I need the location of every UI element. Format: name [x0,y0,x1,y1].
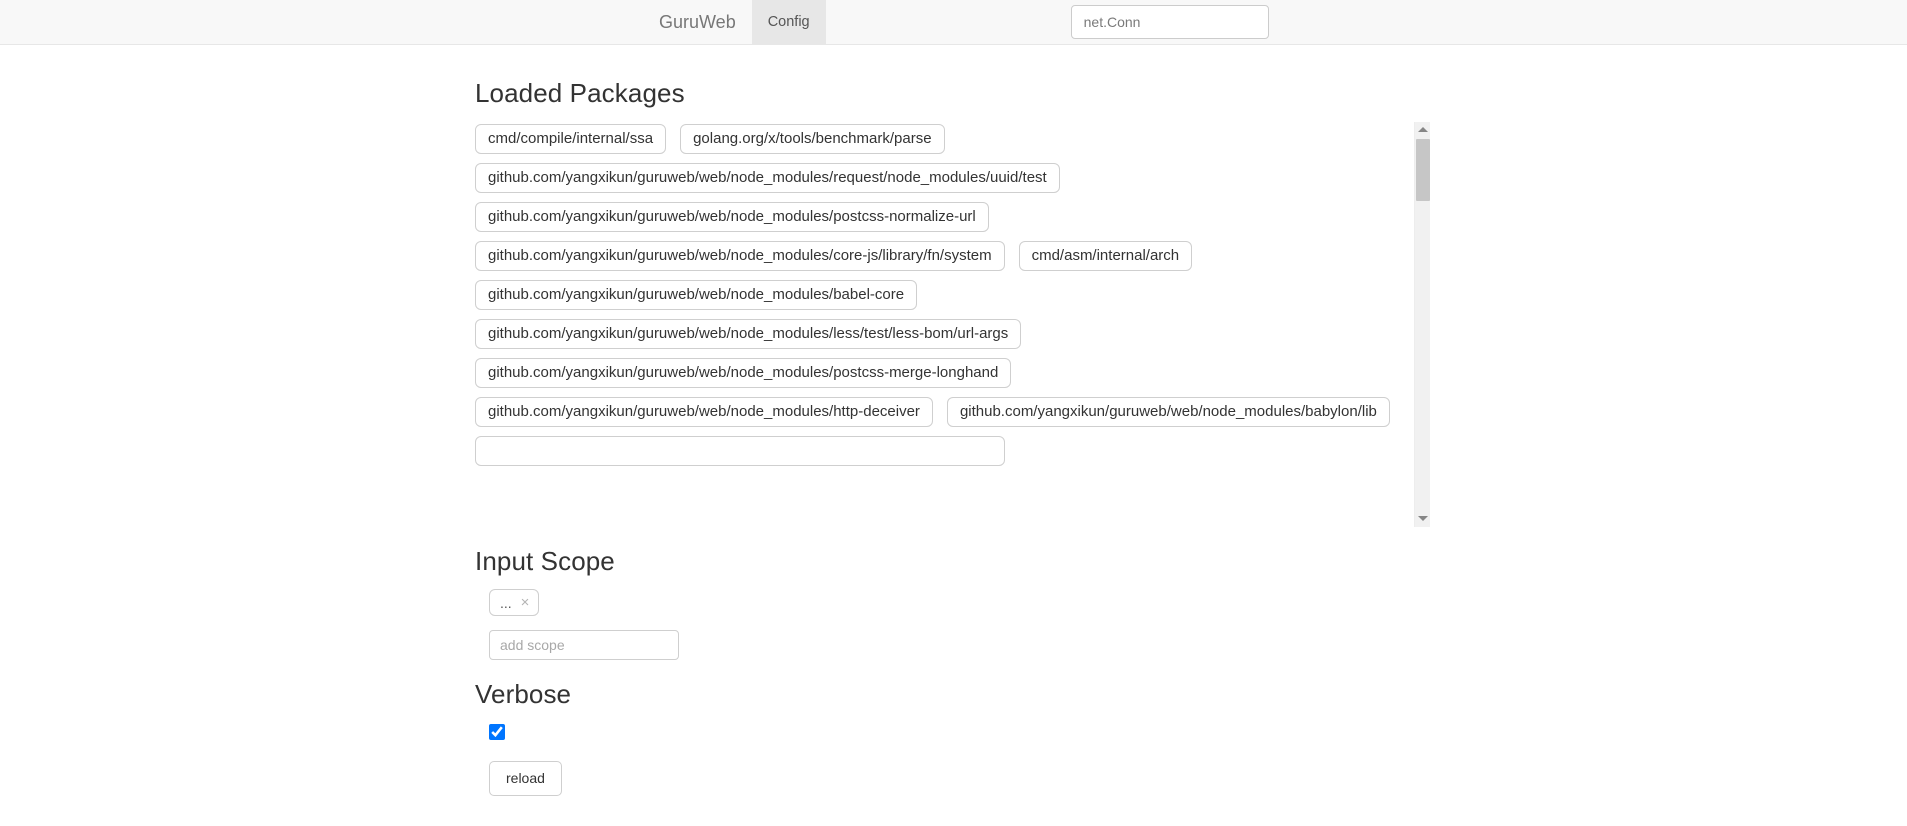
package-search-input[interactable] [1070,5,1269,39]
scope-tag: ... × [489,589,540,617]
package-tag[interactable]: github.com/yangxikun/guruweb/web/node_mo… [475,396,933,427]
scroll-down-arrow-icon[interactable] [1415,511,1430,527]
package-tag[interactable]: github.com/yangxikun/guruweb/web/node_mo… [475,279,918,310]
loaded-packages-list: cmd/compile/internal/ssa golang.org/x/too… [475,123,1405,466]
navbar-inner: GuruWeb Config [645,0,826,44]
input-scope-tag-list: ... × [489,589,1907,617]
brand-link[interactable]: GuruWeb [645,0,752,44]
package-tag[interactable]: cmd/compile/internal/ssa [475,123,667,154]
package-tag[interactable] [475,435,1005,466]
package-tag[interactable]: cmd/asm/internal/arch [1018,240,1193,271]
loaded-packages-scroll-area[interactable]: cmd/compile/internal/ssa golang.org/x/too… [475,122,1430,527]
scroll-up-arrow-icon[interactable] [1415,122,1430,138]
package-tag[interactable]: github.com/yangxikun/guruweb/web/node_mo… [946,396,1390,427]
packages-scrollbar[interactable] [1414,121,1430,527]
add-scope-input[interactable] [489,630,679,661]
scope-tag-label: ... [500,594,512,611]
scrollbar-thumb[interactable] [1416,138,1430,201]
scope-tag-remove-icon[interactable]: × [521,595,530,610]
package-tag[interactable]: github.com/yangxikun/guruweb/web/node_mo… [475,240,1005,271]
input-scope-title: Input Scope [475,545,615,576]
package-tag[interactable]: github.com/yangxikun/guruweb/web/node_mo… [475,162,1060,193]
verbose-checkbox[interactable] [489,723,505,740]
tab-config[interactable]: Config [751,0,826,44]
page-content: Loaded Packages cmd/compile/internal/ssa… [0,45,1907,797]
package-tag[interactable]: github.com/yangxikun/guruweb/web/node_mo… [475,357,1012,388]
package-tag[interactable]: golang.org/x/tools/benchmark/parse [680,123,945,154]
navbar-search-form [1070,0,1269,44]
package-tag[interactable]: github.com/yangxikun/guruweb/web/node_mo… [475,201,989,232]
reload-button[interactable]: reload [489,760,562,797]
verbose-title: Verbose [475,679,572,710]
package-tag[interactable]: github.com/yangxikun/guruweb/web/node_mo… [475,318,1022,349]
loaded-packages-box: cmd/compile/internal/ssa golang.org/x/too… [475,121,1430,527]
top-navbar: GuruWeb Config [0,0,1907,45]
loaded-packages-title: Loaded Packages [475,78,685,108]
verbose-row [489,723,1907,741]
